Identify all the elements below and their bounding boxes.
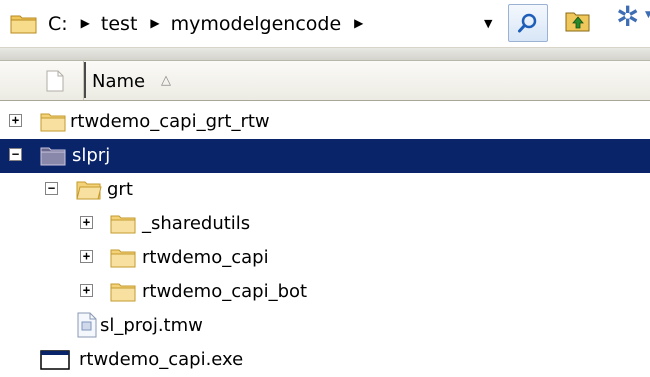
file-icon bbox=[77, 312, 97, 342]
breadcrumb-test[interactable]: test bbox=[99, 13, 140, 35]
name-column-header[interactable]: Name △ bbox=[84, 62, 634, 98]
chevron-down-icon[interactable]: ▼ bbox=[645, 10, 650, 20]
file-icon bbox=[46, 70, 64, 92]
tree-item-label: rtwdemo_capi.exe bbox=[79, 349, 244, 370]
tree-item-label: _sharedutils bbox=[142, 213, 251, 234]
exe-window-icon bbox=[40, 350, 70, 374]
folder-icon bbox=[40, 110, 66, 136]
tree-item-label: sl_proj.tmw bbox=[100, 315, 203, 336]
tree-row[interactable]: + _sharedutils bbox=[0, 207, 650, 241]
column-title: Name bbox=[92, 71, 146, 92]
expand-icon[interactable]: + bbox=[9, 114, 22, 127]
folder-icon bbox=[110, 280, 136, 306]
chevron-down-icon[interactable]: ▼ bbox=[484, 17, 492, 30]
tree-row[interactable]: + rtwdemo_capi bbox=[0, 241, 650, 275]
icon-column-header[interactable] bbox=[0, 61, 84, 100]
gear-icon[interactable]: ✲ bbox=[616, 3, 639, 31]
expand-icon[interactable]: + bbox=[80, 250, 93, 263]
column-header: Name △ bbox=[0, 61, 650, 101]
expand-icon[interactable]: + bbox=[80, 284, 93, 297]
tree-row[interactable]: sl_proj.tmw bbox=[0, 309, 650, 343]
folder-up-icon[interactable] bbox=[565, 9, 591, 37]
tree-row[interactable]: + rtwdemo_capi_grt_rtw bbox=[0, 105, 650, 139]
toolbar-strip bbox=[0, 48, 650, 61]
tree-row[interactable]: − grt bbox=[0, 173, 650, 207]
folder-icon bbox=[40, 144, 66, 170]
folder-icon bbox=[110, 246, 136, 272]
tree-item-label: rtwdemo_capi_grt_rtw bbox=[70, 111, 270, 132]
folder-icon bbox=[10, 12, 38, 38]
tree-row-selected[interactable]: − slprj bbox=[0, 139, 650, 173]
collapse-icon[interactable]: − bbox=[45, 182, 58, 195]
folder-open-icon bbox=[76, 178, 102, 204]
collapse-icon[interactable]: − bbox=[9, 148, 22, 161]
tree-item-label: rtwdemo_capi_bot bbox=[142, 281, 308, 302]
expand-icon[interactable]: + bbox=[80, 216, 93, 229]
chevron-right-icon[interactable]: ▶ bbox=[150, 16, 159, 30]
search-button[interactable] bbox=[508, 4, 548, 42]
sort-ascending-icon: △ bbox=[161, 73, 171, 88]
breadcrumb[interactable]: C: ▶ test ▶ mymodelgencode ▶ bbox=[46, 0, 372, 47]
chevron-right-icon[interactable]: ▶ bbox=[81, 16, 90, 30]
tree-item-label: grt bbox=[107, 179, 133, 200]
tree-row[interactable]: rtwdemo_capi.exe bbox=[0, 343, 650, 377]
search-icon bbox=[518, 13, 537, 33]
breadcrumb-drive[interactable]: C: bbox=[46, 13, 70, 35]
chevron-right-icon[interactable]: ▶ bbox=[354, 16, 363, 30]
address-bar: C: ▶ test ▶ mymodelgencode ▶ ▼ ✲ ▼ bbox=[0, 0, 650, 48]
tree-item-label: rtwdemo_capi bbox=[142, 247, 269, 268]
folder-icon bbox=[110, 212, 136, 238]
breadcrumb-mymodelgencode[interactable]: mymodelgencode bbox=[169, 13, 344, 35]
tree-row[interactable]: + rtwdemo_capi_bot bbox=[0, 275, 650, 309]
tree-item-label: slprj bbox=[72, 145, 111, 166]
